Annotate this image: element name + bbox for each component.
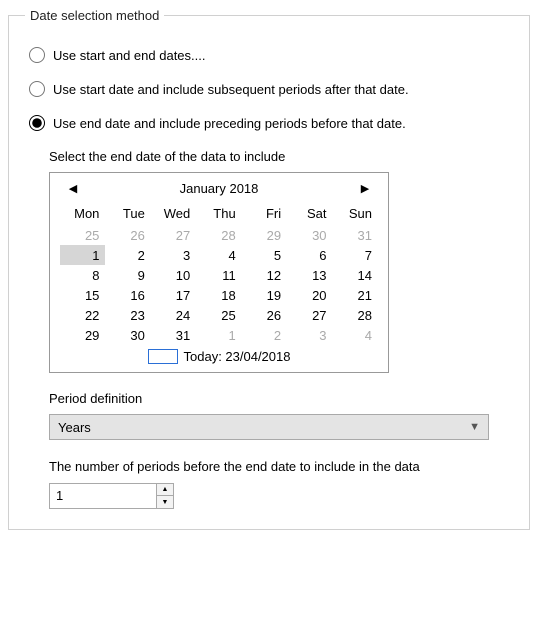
calendar-day-cell[interactable]: 9	[105, 265, 150, 285]
calendar-prev-button[interactable]: ◀	[64, 182, 82, 195]
period-definition-select[interactable]: Years ▼	[49, 414, 489, 440]
calendar-day-cell[interactable]: 28	[333, 305, 378, 325]
calendar-day-cell[interactable]: 16	[105, 285, 150, 305]
calendar-day-cell[interactable]: 17	[151, 285, 196, 305]
num-periods-stepper[interactable]: ▲ ▼	[49, 483, 174, 509]
end-date-section: Select the end date of the data to inclu…	[49, 149, 513, 509]
calendar-day-cell[interactable]: 31	[151, 325, 196, 345]
calendar-day-cell[interactable]: 27	[151, 225, 196, 245]
date-selection-fieldset: Date selection method Use start and end …	[8, 8, 530, 530]
calendar-day-cell[interactable]: 10	[151, 265, 196, 285]
calendar-day-header: Mon	[60, 204, 105, 225]
calendar-day-cell[interactable]: 2	[105, 245, 150, 265]
calendar-day-cell[interactable]: 31	[333, 225, 378, 245]
calendar-day-cell[interactable]: 3	[151, 245, 196, 265]
calendar-day-header: Fri	[242, 204, 287, 225]
radio-option-start-subsequent[interactable]: Use start date and include subsequent pe…	[29, 81, 513, 97]
calendar-day-cell[interactable]: 4	[196, 245, 241, 265]
spinner-down-button[interactable]: ▼	[157, 496, 173, 508]
today-indicator-icon	[148, 349, 178, 364]
calendar-day-cell[interactable]: 19	[242, 285, 287, 305]
calendar-day-header: Sun	[333, 204, 378, 225]
calendar-day-cell[interactable]: 12	[242, 265, 287, 285]
chevron-down-icon: ▼	[469, 421, 480, 433]
calendar-day-cell[interactable]: 23	[105, 305, 150, 325]
calendar-day-cell[interactable]: 25	[60, 225, 105, 245]
calendar-day-cell[interactable]: 22	[60, 305, 105, 325]
calendar-day-cell[interactable]: 6	[287, 245, 332, 265]
radio-end-preceding-input[interactable]	[29, 115, 45, 131]
calendar-day-cell[interactable]: 1	[60, 245, 105, 265]
calendar-day-cell[interactable]: 20	[287, 285, 332, 305]
calendar-day-cell[interactable]: 29	[60, 325, 105, 345]
spinner-up-button[interactable]: ▲	[157, 484, 173, 497]
calendar: ◀ January 2018 ▶ MonTueWedThuFriSatSun 2…	[49, 172, 389, 373]
chevron-left-icon: ◀	[69, 183, 77, 195]
calendar-day-cell[interactable]: 30	[105, 325, 150, 345]
calendar-day-cell[interactable]: 13	[287, 265, 332, 285]
calendar-day-cell[interactable]: 21	[333, 285, 378, 305]
calendar-today-label: Today: 23/04/2018	[184, 349, 291, 364]
radio-start-end-input[interactable]	[29, 47, 45, 63]
calendar-day-cell[interactable]: 11	[196, 265, 241, 285]
chevron-right-icon: ▶	[361, 183, 369, 195]
calendar-day-cell[interactable]: 27	[287, 305, 332, 325]
calendar-day-cell[interactable]: 7	[333, 245, 378, 265]
radio-end-preceding-label: Use end date and include preceding perio…	[53, 116, 406, 131]
chevron-up-icon: ▲	[161, 486, 168, 493]
calendar-day-header: Tue	[105, 204, 150, 225]
calendar-day-cell[interactable]: 25	[196, 305, 241, 325]
calendar-next-button[interactable]: ▶	[356, 182, 374, 195]
calendar-day-cell[interactable]: 14	[333, 265, 378, 285]
calendar-header: ◀ January 2018 ▶	[60, 179, 378, 204]
num-periods-input[interactable]	[50, 484, 156, 508]
radio-option-start-end[interactable]: Use start and end dates....	[29, 47, 513, 63]
calendar-day-header: Thu	[196, 204, 241, 225]
calendar-day-cell[interactable]: 24	[151, 305, 196, 325]
calendar-day-header: Wed	[151, 204, 196, 225]
calendar-day-cell[interactable]: 18	[196, 285, 241, 305]
calendar-day-cell[interactable]: 5	[242, 245, 287, 265]
period-definition-label: Period definition	[49, 391, 513, 406]
num-periods-label: The number of periods before the end dat…	[49, 458, 489, 477]
radio-start-subsequent-input[interactable]	[29, 81, 45, 97]
chevron-down-icon: ▼	[161, 499, 168, 506]
calendar-day-cell[interactable]: 8	[60, 265, 105, 285]
calendar-day-cell[interactable]: 2	[242, 325, 287, 345]
calendar-day-cell[interactable]: 26	[242, 305, 287, 325]
calendar-day-cell[interactable]: 26	[105, 225, 150, 245]
calendar-day-cell[interactable]: 29	[242, 225, 287, 245]
select-end-date-label: Select the end date of the data to inclu…	[49, 149, 513, 164]
calendar-day-cell[interactable]: 15	[60, 285, 105, 305]
period-definition-value: Years	[58, 420, 91, 435]
calendar-grid: MonTueWedThuFriSatSun 252627282930311234…	[60, 204, 378, 345]
radio-option-end-preceding[interactable]: Use end date and include preceding perio…	[29, 115, 513, 131]
calendar-today-row[interactable]: Today: 23/04/2018	[60, 349, 378, 364]
calendar-day-header: Sat	[287, 204, 332, 225]
calendar-day-cell[interactable]: 28	[196, 225, 241, 245]
calendar-day-cell[interactable]: 30	[287, 225, 332, 245]
calendar-day-cell[interactable]: 3	[287, 325, 332, 345]
spinner-buttons: ▲ ▼	[156, 484, 173, 508]
calendar-day-cell[interactable]: 1	[196, 325, 241, 345]
radio-start-end-label: Use start and end dates....	[53, 48, 205, 63]
radio-start-subsequent-label: Use start date and include subsequent pe…	[53, 82, 409, 97]
calendar-day-cell[interactable]: 4	[333, 325, 378, 345]
calendar-title[interactable]: January 2018	[82, 181, 356, 196]
fieldset-legend: Date selection method	[25, 8, 164, 23]
